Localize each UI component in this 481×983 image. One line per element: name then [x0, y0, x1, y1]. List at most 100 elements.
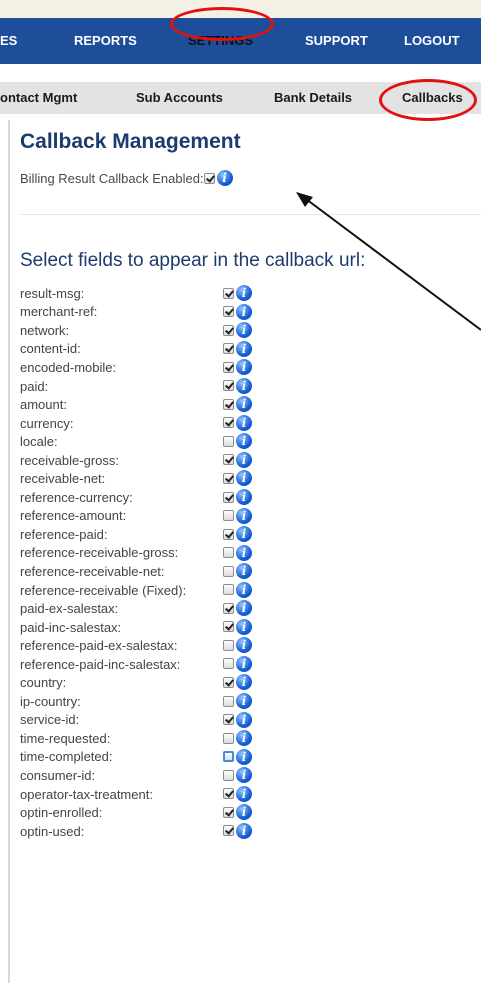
field-checkbox[interactable]: [223, 806, 234, 818]
info-icon[interactable]: i: [236, 637, 252, 654]
field-label: ip-country:: [20, 693, 81, 709]
field-checkbox[interactable]: [223, 380, 234, 392]
info-icon[interactable]: i: [236, 581, 252, 598]
billing-callback-row: Billing Result Callback Enabled: i: [20, 170, 233, 186]
field-checkbox[interactable]: [223, 435, 234, 447]
info-icon[interactable]: i: [236, 377, 252, 394]
info-icon[interactable]: i: [236, 414, 252, 431]
info-icon[interactable]: i: [236, 489, 252, 506]
field-checkbox[interactable]: [223, 695, 234, 707]
info-icon[interactable]: i: [236, 618, 252, 635]
field-controls: i: [223, 600, 252, 617]
field-checkbox[interactable]: [223, 602, 234, 614]
field-checkbox[interactable]: [223, 788, 234, 800]
field-label: merchant-ref:: [20, 304, 98, 320]
info-icon[interactable]: i: [236, 322, 252, 339]
info-icon[interactable]: i: [236, 563, 252, 580]
field-checkbox[interactable]: [223, 287, 234, 299]
field-label: result-msg:: [20, 285, 85, 301]
field-checkbox[interactable]: [223, 658, 234, 670]
field-row: result-msg: i: [20, 284, 320, 303]
info-icon[interactable]: i: [236, 544, 252, 561]
info-icon[interactable]: i: [236, 600, 252, 617]
callback-fields-list: result-msg: i merchant-ref: i network: i conte…: [20, 284, 320, 840]
info-icon[interactable]: i: [236, 303, 252, 320]
field-row: amount: i: [20, 395, 320, 414]
field-controls: i: [223, 396, 252, 413]
nav-item-settings[interactable]: SETTINGS: [188, 18, 253, 64]
field-checkbox[interactable]: [223, 565, 234, 577]
field-checkbox[interactable]: [223, 621, 234, 633]
field-row: reference-receivable-net: i: [20, 562, 320, 581]
field-controls: i: [223, 433, 252, 450]
info-icon[interactable]: i: [236, 822, 252, 839]
field-row: reference-amount: i: [20, 507, 320, 526]
info-icon[interactable]: i: [236, 359, 252, 376]
info-icon[interactable]: i: [216, 170, 233, 186]
field-row: reference-receivable-gross: i: [20, 544, 320, 563]
field-controls: i: [223, 489, 252, 506]
info-icon[interactable]: i: [236, 785, 252, 802]
field-checkbox[interactable]: [223, 417, 234, 429]
field-checkbox[interactable]: [223, 732, 234, 744]
info-icon[interactable]: i: [236, 655, 252, 672]
info-icon[interactable]: i: [236, 507, 252, 524]
field-checkbox[interactable]: [223, 306, 234, 318]
field-checkbox[interactable]: [223, 547, 234, 559]
field-checkbox[interactable]: [223, 769, 234, 781]
info-icon[interactable]: i: [236, 396, 252, 413]
field-row: merchant-ref: i: [20, 303, 320, 322]
field-checkbox[interactable]: [223, 528, 234, 540]
nav-item-reports[interactable]: REPORTS: [74, 18, 137, 64]
field-label: currency:: [20, 415, 74, 431]
field-checkbox[interactable]: [223, 714, 234, 726]
field-label: receivable-gross:: [20, 452, 119, 468]
nav-item-es[interactable]: ES: [0, 18, 17, 64]
info-icon[interactable]: i: [236, 730, 252, 747]
info-icon[interactable]: i: [236, 804, 252, 821]
info-icon[interactable]: i: [236, 767, 252, 784]
info-icon[interactable]: i: [236, 285, 252, 301]
info-icon[interactable]: i: [236, 451, 252, 468]
info-icon[interactable]: i: [236, 693, 252, 710]
field-checkbox[interactable]: [223, 510, 234, 522]
field-controls: i: [223, 822, 252, 839]
field-checkbox[interactable]: [223, 343, 234, 355]
field-checkbox[interactable]: [223, 398, 234, 410]
field-label: locale:: [20, 434, 58, 450]
field-checkbox[interactable]: [223, 751, 234, 763]
field-controls: i: [223, 693, 252, 710]
info-icon[interactable]: i: [236, 526, 252, 543]
tab-callbacks[interactable]: Callbacks: [402, 82, 463, 114]
info-icon[interactable]: i: [236, 340, 252, 357]
info-icon[interactable]: i: [236, 433, 252, 450]
tab-sub-accounts[interactable]: Sub Accounts: [136, 82, 223, 114]
field-checkbox[interactable]: [223, 454, 234, 466]
info-icon[interactable]: i: [236, 748, 252, 765]
field-controls: i: [223, 359, 252, 376]
billing-callback-label: Billing Result Callback Enabled:: [20, 170, 204, 186]
field-row: paid: i: [20, 377, 320, 396]
field-checkbox[interactable]: [223, 361, 234, 373]
field-label: time-requested:: [20, 730, 111, 746]
field-row: optin-enrolled: i: [20, 803, 320, 822]
info-icon[interactable]: i: [236, 711, 252, 728]
field-checkbox[interactable]: [223, 639, 234, 651]
field-label: paid-inc-salestax:: [20, 619, 122, 635]
field-checkbox[interactable]: [223, 472, 234, 484]
field-checkbox[interactable]: [223, 676, 234, 688]
field-checkbox[interactable]: [223, 324, 234, 336]
billing-callback-checkbox[interactable]: [203, 172, 215, 184]
top-strip: [0, 0, 481, 18]
field-checkbox[interactable]: [223, 584, 234, 596]
field-controls: i: [223, 414, 252, 431]
sub-nav: ontact Mgmt Sub Accounts Bank Details Ca…: [0, 82, 481, 114]
tab-bank-details[interactable]: Bank Details: [274, 82, 352, 114]
nav-item-support[interactable]: SUPPORT: [305, 18, 368, 64]
field-checkbox[interactable]: [223, 825, 234, 837]
nav-item-logout[interactable]: LOGOUT: [404, 18, 460, 64]
info-icon[interactable]: i: [236, 674, 252, 691]
info-icon[interactable]: i: [236, 470, 252, 487]
field-checkbox[interactable]: [223, 491, 234, 503]
tab-contact-mgmt[interactable]: ontact Mgmt: [0, 82, 77, 114]
